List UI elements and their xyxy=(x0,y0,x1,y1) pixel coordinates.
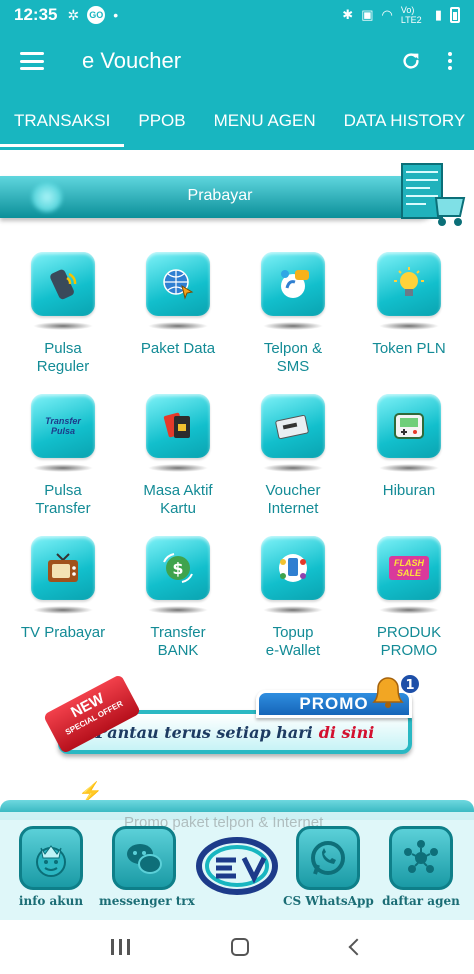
bell-icon: 1 xyxy=(372,673,421,708)
menu-transfer-bank[interactable]: $ Transfer BANK xyxy=(119,536,237,660)
app-logo-icon[interactable] xyxy=(194,830,280,900)
app-bar: e Voucher xyxy=(0,30,474,92)
status-time: 12:35 xyxy=(14,5,58,24)
menu-pulsa-reguler[interactable]: Pulsa Reguler xyxy=(4,252,122,376)
icon-shadow xyxy=(148,606,208,614)
menu-topup-ewallet[interactable]: Topup e-Wallet xyxy=(234,536,352,660)
icon-shadow xyxy=(33,322,93,330)
nav-label: messenger trx xyxy=(99,894,195,908)
menu-icon[interactable] xyxy=(20,52,44,70)
voucher-card-icon xyxy=(261,394,325,458)
nav-info-akun[interactable]: info akun xyxy=(6,826,96,908)
menu-paket-data[interactable]: Paket Data xyxy=(119,252,237,358)
menu-token-pln[interactable]: Token PLN xyxy=(350,252,468,358)
tab-bar: TRANSAKSI PPOB MENU AGEN DATA HISTORY xyxy=(0,92,474,150)
status-bar: 12:35 ✲ GO • ✱ ▣ ◠ Vo) LTE2 ▮ xyxy=(0,0,474,30)
bluetooth-icon: ✱ xyxy=(342,7,354,22)
menu-label: TV Prabayar xyxy=(20,624,106,641)
flash-sale-text: FLASH SALE xyxy=(389,556,429,580)
transfer-pulsa-icon: Transfer Pulsa xyxy=(31,394,95,458)
banner-label: Prabayar xyxy=(187,187,253,204)
menu-label: Voucher Internet xyxy=(265,482,321,517)
recents-icon[interactable] xyxy=(110,939,130,955)
menu-label: Pulsa Transfer xyxy=(35,482,91,517)
globe-cursor-icon xyxy=(146,252,210,316)
app-screen: 12:35 ✲ GO • ✱ ▣ ◠ Vo) LTE2 ▮ e Voucher … xyxy=(0,0,474,974)
ewallet-icon xyxy=(261,536,325,600)
nav-messenger-trx[interactable]: messenger trx xyxy=(99,826,195,908)
menu-label: Topup e-Wallet xyxy=(265,624,321,659)
phone-wave-icon xyxy=(31,252,95,316)
prabayar-banner: Prabayar xyxy=(0,176,440,218)
go-icon: GO xyxy=(87,6,106,24)
dot-icon: • xyxy=(113,7,119,23)
home-icon[interactable] xyxy=(231,938,250,956)
icon-shadow xyxy=(379,606,439,614)
nav-label: daftar agen xyxy=(382,894,460,908)
icon-shadow xyxy=(148,322,208,330)
people-network-icon xyxy=(389,826,453,890)
menu-label: Masa Aktif Kartu xyxy=(143,482,213,517)
menu-label: PRODUK PROMO xyxy=(376,624,442,659)
nav-cs-whatsapp[interactable]: CS WhatsApp xyxy=(283,826,374,908)
fan-icon: ✲ xyxy=(67,6,80,23)
menu-label: Token PLN xyxy=(372,340,446,357)
promo-text: Pantau terus setiap hari xyxy=(95,722,313,742)
nav-daftar-agen[interactable]: daftar agen xyxy=(376,826,466,908)
chat-phone-icon xyxy=(261,252,325,316)
robot-crown-icon xyxy=(19,826,83,890)
signal-icon: ▮ xyxy=(434,7,442,22)
icon-shadow xyxy=(379,464,439,472)
tab-transaksi[interactable]: TRANSAKSI xyxy=(0,92,125,150)
bell-badge: 1 xyxy=(405,678,414,693)
refresh-icon[interactable] xyxy=(400,50,422,72)
back-icon[interactable] xyxy=(348,938,366,956)
money-transfer-icon: $ xyxy=(146,536,210,600)
menu-label: Hiburan xyxy=(382,482,436,499)
menu-label: Paket Data xyxy=(140,340,216,357)
menu-telpon-sms[interactable]: Telpon & SMS xyxy=(234,252,352,376)
retro-tv-icon xyxy=(31,536,95,600)
receipt-cart-icon xyxy=(401,163,466,226)
icon-shadow xyxy=(263,322,323,330)
menu-tv-prabayar[interactable]: TV Prabayar xyxy=(4,536,122,642)
menu-masa-aktif-kartu[interactable]: Masa Aktif Kartu xyxy=(119,394,237,518)
wechat-icon xyxy=(112,826,176,890)
menu-voucher-internet[interactable]: Voucher Internet xyxy=(234,394,352,518)
menu-label: Pulsa Reguler xyxy=(36,340,90,375)
icon-shadow xyxy=(148,464,208,472)
nav-label: CS WhatsApp xyxy=(283,894,374,908)
tab-data-history[interactable]: DATA HISTORY xyxy=(330,92,474,150)
promo-banner[interactable]: Pantau terus setiap hari di sini PROMO N… xyxy=(42,672,424,768)
lightbulb-icon xyxy=(377,252,441,316)
lock-icon: ▣ xyxy=(361,7,374,22)
transfer-pulsa-text: Transfer Pulsa xyxy=(45,416,81,436)
battery-icon xyxy=(450,7,460,23)
icon-shadow xyxy=(263,606,323,614)
icon-shadow xyxy=(33,464,93,472)
icon-shadow xyxy=(263,464,323,472)
menu-pulsa-transfer[interactable]: Transfer Pulsa Pulsa Transfer xyxy=(4,394,122,518)
icon-shadow xyxy=(33,606,93,614)
svg-text:$: $ xyxy=(172,559,183,578)
nav-label: info akun xyxy=(18,894,84,908)
tab-menu-agen[interactable]: MENU AGEN xyxy=(200,92,330,150)
wifi-icon: ◠ xyxy=(381,7,393,22)
menu-produk-promo[interactable]: FLASH SALE PRODUK PROMO xyxy=(350,536,468,660)
menu-label: Transfer BANK xyxy=(150,624,206,659)
system-nav-bar xyxy=(0,920,474,974)
more-vert-icon[interactable] xyxy=(444,52,456,70)
app-title: e Voucher xyxy=(82,48,182,73)
tab-ppob[interactable]: PPOB xyxy=(124,92,199,150)
icon-shadow xyxy=(379,322,439,330)
whatsapp-icon xyxy=(296,826,360,890)
game-console-icon xyxy=(377,394,441,458)
promo-highlight: di sini xyxy=(318,722,375,742)
menu-hiburan[interactable]: Hiburan xyxy=(350,394,468,500)
flash-sale-icon: FLASH SALE xyxy=(377,536,441,600)
network-label: Vo) LTE2 xyxy=(400,5,422,25)
sim-cards-icon xyxy=(146,394,210,458)
menu-label: Telpon & SMS xyxy=(263,340,323,375)
